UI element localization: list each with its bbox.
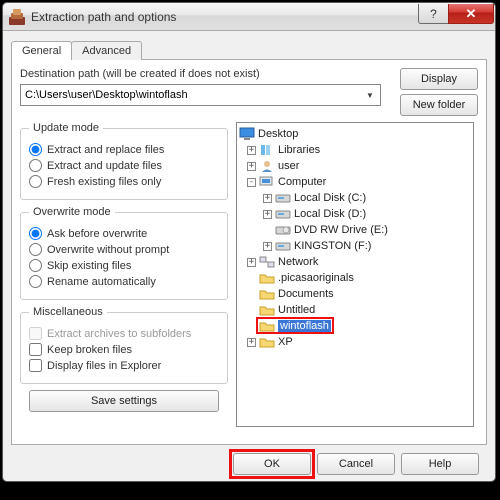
- radio-skip-existing[interactable]: [29, 259, 42, 272]
- overwrite-mode-group: Overwrite mode Ask before overwrite Over…: [20, 206, 228, 300]
- misc-legend: Miscellaneous: [29, 306, 107, 318]
- tree-node-picasa[interactable]: .picasaoriginals: [239, 270, 471, 286]
- help-button[interactable]: Help: [401, 453, 479, 475]
- titlebar-help-button[interactable]: ?: [418, 4, 448, 24]
- drive-icon: [275, 239, 291, 253]
- ok-button[interactable]: OK: [233, 453, 311, 475]
- drive-icon: [275, 207, 291, 221]
- overwrite-opt-ask[interactable]: Ask before overwrite: [29, 227, 219, 240]
- window-title: Extraction path and options: [31, 10, 176, 24]
- radio-ask-overwrite[interactable]: [29, 227, 42, 240]
- folder-icon: [259, 287, 275, 301]
- update-mode-group: Update mode Extract and replace files Ex…: [20, 122, 228, 200]
- folder-icon: [259, 319, 275, 333]
- tab-general[interactable]: General: [11, 41, 72, 60]
- tree-node-kingston[interactable]: + KINGSTON (F:): [239, 238, 471, 254]
- tab-strip: General Advanced: [11, 37, 487, 59]
- tree-node-libraries[interactable]: + Libraries: [239, 142, 471, 158]
- overwrite-opt-rename[interactable]: Rename automatically: [29, 275, 219, 288]
- folder-tree[interactable]: Desktop + Libraries + user: [236, 122, 474, 427]
- tree-node-user[interactable]: + user: [239, 158, 471, 174]
- tree-node-local-disk-c[interactable]: + Local Disk (C:): [239, 190, 471, 206]
- dialog-window: Extraction path and options ? ✕ General …: [2, 2, 496, 482]
- folder-icon: [259, 271, 275, 285]
- tree-node-wintoflash[interactable]: wintoflash: [239, 318, 471, 334]
- update-opt-replace[interactable]: Extract and replace files: [29, 143, 219, 156]
- app-icon: [9, 9, 25, 25]
- destination-path-combobox[interactable]: C:\Users\user\Desktop\wintoflash ▼: [20, 84, 381, 106]
- tree-node-network[interactable]: + Network: [239, 254, 471, 270]
- display-button[interactable]: Display: [400, 68, 478, 90]
- computer-icon: [259, 175, 275, 189]
- radio-extract-update[interactable]: [29, 159, 42, 172]
- user-icon: [259, 159, 275, 173]
- titlebar-close-button[interactable]: ✕: [448, 4, 494, 24]
- folder-icon: [259, 335, 275, 349]
- update-opt-update[interactable]: Extract and update files: [29, 159, 219, 172]
- dialog-button-bar: OK Cancel Help: [11, 445, 487, 475]
- radio-rename-auto[interactable]: [29, 275, 42, 288]
- misc-opt-subfolders: Extract archives to subfolders: [29, 327, 219, 340]
- libraries-icon: [259, 143, 275, 157]
- overwrite-opt-noprompt[interactable]: Overwrite without prompt: [29, 243, 219, 256]
- check-display-explorer[interactable]: [29, 359, 42, 372]
- desktop-icon: [239, 127, 255, 141]
- chevron-down-icon[interactable]: ▼: [362, 87, 378, 103]
- cancel-button[interactable]: Cancel: [317, 453, 395, 475]
- check-keep-broken[interactable]: [29, 343, 42, 356]
- update-opt-fresh[interactable]: Fresh existing files only: [29, 175, 219, 188]
- radio-extract-replace[interactable]: [29, 143, 42, 156]
- help-icon: ?: [430, 7, 437, 21]
- update-mode-legend: Update mode: [29, 122, 103, 134]
- destination-path-value: C:\Users\user\Desktop\wintoflash: [25, 89, 188, 101]
- radio-overwrite-noprompt[interactable]: [29, 243, 42, 256]
- network-icon: [259, 255, 275, 269]
- tree-node-computer[interactable]: - Computer: [239, 174, 471, 190]
- misc-opt-explorer[interactable]: Display files in Explorer: [29, 359, 219, 372]
- tree-node-xp[interactable]: + XP: [239, 334, 471, 350]
- folder-icon: [259, 303, 275, 317]
- save-settings-button[interactable]: Save settings: [29, 390, 219, 412]
- drive-icon: [275, 191, 291, 205]
- new-folder-button[interactable]: New folder: [400, 94, 478, 116]
- overwrite-mode-legend: Overwrite mode: [29, 206, 115, 218]
- tab-page-general: Destination path (will be created if doe…: [11, 59, 487, 445]
- destination-label: Destination path (will be created if doe…: [20, 68, 400, 80]
- tree-node-untitled[interactable]: Untitled: [239, 302, 471, 318]
- tree-node-documents[interactable]: Documents: [239, 286, 471, 302]
- misc-group: Miscellaneous Extract archives to subfol…: [20, 306, 228, 384]
- titlebar[interactable]: Extraction path and options ? ✕: [3, 3, 495, 31]
- check-subfolders: [29, 327, 42, 340]
- overwrite-opt-skip[interactable]: Skip existing files: [29, 259, 219, 272]
- tree-node-dvd-drive[interactable]: DVD RW Drive (E:): [239, 222, 471, 238]
- dvd-icon: [275, 223, 291, 237]
- radio-fresh-only[interactable]: [29, 175, 42, 188]
- tab-advanced[interactable]: Advanced: [71, 41, 142, 60]
- tree-node-desktop[interactable]: Desktop: [239, 126, 471, 142]
- close-icon: ✕: [466, 6, 477, 22]
- tree-node-local-disk-d[interactable]: + Local Disk (D:): [239, 206, 471, 222]
- misc-opt-keepbroken[interactable]: Keep broken files: [29, 343, 219, 356]
